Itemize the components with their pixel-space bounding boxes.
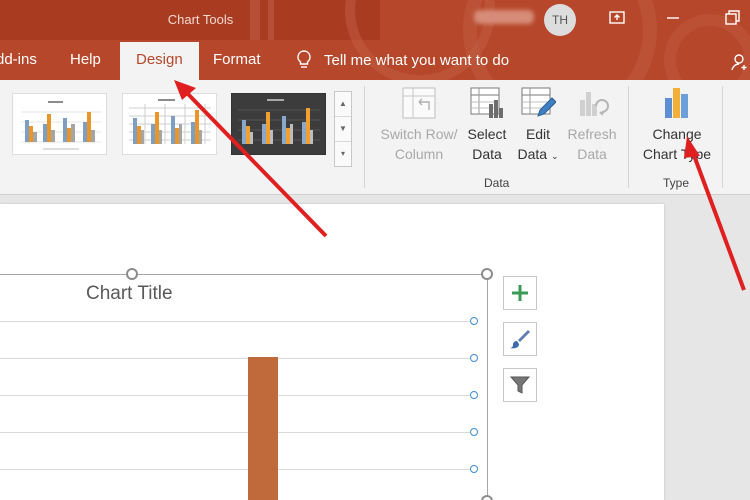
chart-elements-button[interactable] — [503, 276, 537, 310]
select-data-icon — [470, 87, 503, 118]
change-chart-type-button[interactable]: Change Chart Type — [636, 86, 718, 164]
resize-handle-top[interactable] — [126, 268, 138, 280]
chart-bar[interactable] — [248, 357, 278, 500]
chart-elements-plus-icon — [512, 285, 528, 301]
gridline — [0, 395, 476, 396]
gridline — [0, 321, 476, 322]
refresh-data-label-1: Refresh — [567, 126, 617, 142]
chart-filters-button[interactable] — [503, 368, 537, 402]
switch-row-column-icon — [402, 87, 436, 119]
ribbon-separator — [364, 86, 365, 188]
resize-handle-top-right[interactable] — [481, 268, 493, 280]
tell-me-search[interactable]: Tell me what you want to do — [296, 49, 509, 71]
chevron-down-icon: ⌄ — [550, 151, 559, 161]
minimize-icon[interactable] — [663, 8, 683, 28]
ribbon-display-options-icon[interactable] — [607, 8, 627, 28]
restore-icon[interactable] — [722, 8, 742, 28]
resize-handle-bottom-right[interactable] — [481, 495, 493, 500]
refresh-data-button[interactable]: Refresh Data — [566, 86, 618, 164]
share-person-icon[interactable] — [730, 52, 750, 72]
user-name-blurred — [474, 10, 534, 24]
edit-data-icon — [521, 87, 556, 117]
select-data-button[interactable]: Select Data — [466, 86, 508, 164]
slide-canvas[interactable]: Chart Title — [0, 204, 664, 500]
gallery-up-icon[interactable]: ▲ — [335, 92, 351, 117]
change-chart-type-label-2: Chart Type — [642, 146, 712, 162]
switch-column-label: Column — [394, 146, 444, 162]
chart-styles-button[interactable] — [503, 322, 537, 356]
lightbulb-icon — [297, 50, 311, 68]
change-chart-type-label-1: Change — [652, 126, 702, 142]
chart-style-thumb-1[interactable] — [12, 93, 107, 155]
gridline — [0, 469, 476, 470]
chart-styles-gallery: ▲ ▼ ▾ — [0, 85, 352, 167]
edit-data-button[interactable]: Edit Data ⌄ — [514, 86, 562, 166]
gridline — [0, 358, 476, 359]
chart-style-thumb-2[interactable] — [122, 93, 217, 155]
refresh-data-icon — [580, 92, 609, 116]
ribbon: ▲ ▼ ▾ Switch Row/ Column Select Data Edi… — [0, 80, 750, 195]
ribbon-separator — [628, 86, 629, 188]
plot-area-handle[interactable] — [470, 317, 478, 325]
tab-add-ins[interactable]: dd-ins — [0, 42, 37, 80]
edit-data-label-2: Data — [517, 146, 548, 162]
tab-help[interactable]: Help — [70, 42, 101, 80]
slide-workspace: Chart Title — [0, 196, 750, 500]
chart-tools-label: Chart Tools — [167, 12, 234, 27]
select-data-label-2: Data — [472, 146, 502, 162]
chart-title[interactable]: Chart Title — [86, 283, 173, 305]
group-label-type: Type — [663, 176, 690, 190]
edit-data-label-1: Edit — [525, 126, 551, 142]
plot-area-handle[interactable] — [470, 391, 478, 399]
refresh-data-label-2: Data — [577, 146, 607, 162]
avatar[interactable]: TH — [544, 4, 576, 36]
ribbon-separator — [722, 86, 723, 188]
plot-area-handle[interactable] — [470, 428, 478, 436]
plot-area-handle[interactable] — [470, 354, 478, 362]
chart-area[interactable]: Chart Title — [0, 274, 488, 500]
chart-styles-brush-icon — [510, 330, 530, 349]
group-label-data: Data — [484, 176, 510, 190]
plot-area-handle[interactable] — [470, 465, 478, 473]
gridline — [0, 432, 476, 433]
tab-format[interactable]: Format — [213, 42, 261, 80]
chart-filter-icon — [509, 376, 531, 394]
change-chart-type-icon — [665, 88, 688, 118]
gallery-down-icon[interactable]: ▼ — [335, 117, 351, 142]
chart-style-thumb-3[interactable] — [231, 93, 326, 155]
gallery-more-icon[interactable]: ▾ — [335, 142, 351, 167]
select-data-label-1: Select — [467, 126, 507, 142]
switch-row-column-button[interactable]: Switch Row/ Column — [376, 86, 462, 164]
tab-design[interactable]: Design — [120, 42, 199, 80]
tell-me-text: Tell me what you want to do — [324, 51, 510, 69]
title-bar: Chart Tools TH dd-ins Help Design Format… — [0, 0, 750, 80]
gallery-scroll[interactable]: ▲ ▼ ▾ — [334, 91, 352, 167]
switch-row-label: Switch Row/ — [380, 126, 458, 142]
